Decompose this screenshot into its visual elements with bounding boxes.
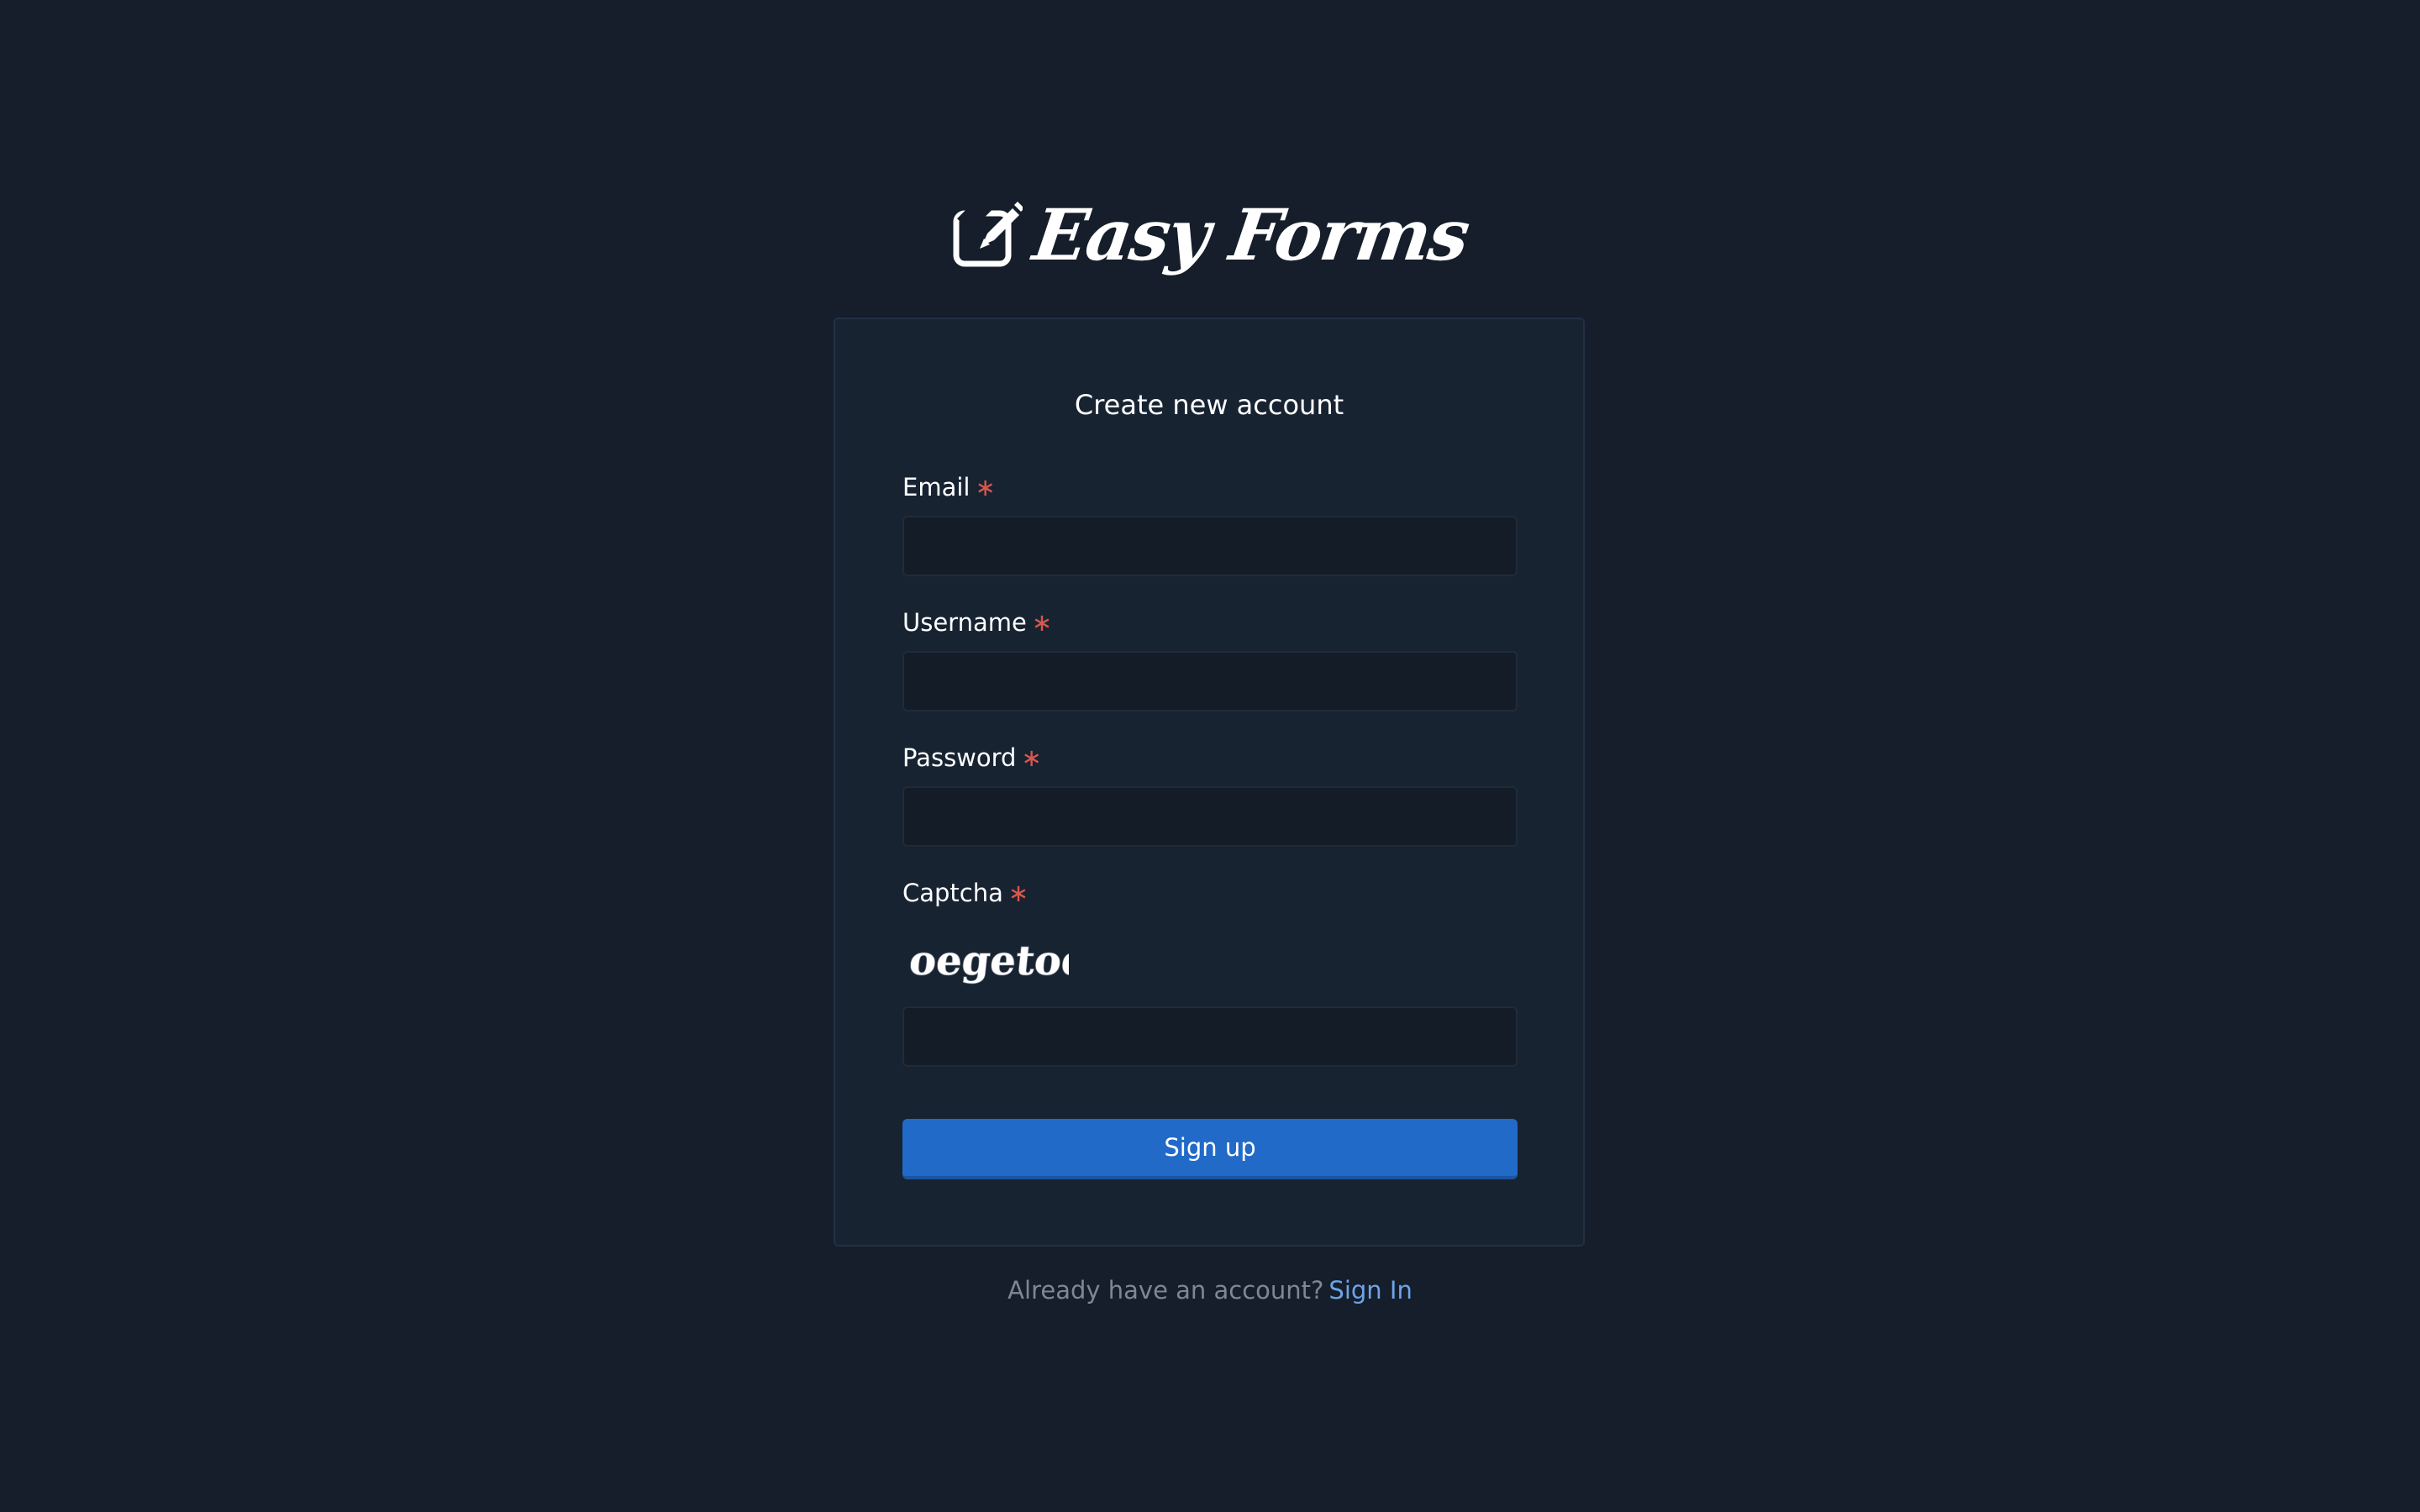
captcha-text: oegetoq [909, 937, 1069, 984]
sign-up-button[interactable]: Sign up [902, 1119, 1518, 1179]
username-input[interactable] [902, 651, 1518, 711]
brand-header: Easy Forms [0, 193, 2420, 276]
captcha-image[interactable]: oegetoq [909, 932, 1069, 988]
sign-in-link[interactable]: Sign In [1328, 1276, 1412, 1305]
captcha-input[interactable] [902, 1006, 1518, 1067]
required-marker: ∗ [975, 473, 996, 501]
required-marker: ∗ [1007, 879, 1029, 907]
email-label-text: Email [902, 473, 971, 501]
required-marker: ∗ [1031, 608, 1053, 637]
edit-icon [952, 202, 1023, 269]
captcha-label-text: Captcha [902, 879, 1003, 907]
captcha-label: Captcha ∗ [902, 881, 1028, 906]
signup-card: Create new account Email ∗ Username ∗ Pass… [834, 318, 1585, 1247]
signin-prompt-text: Already have an account? [1007, 1276, 1324, 1305]
email-label: Email ∗ [902, 475, 996, 500]
username-label: Username ∗ [902, 611, 1052, 635]
form-title: Create new account [1074, 389, 1344, 421]
email-input[interactable] [902, 516, 1518, 576]
username-label-text: Username [902, 608, 1027, 637]
password-label-text: Password [902, 743, 1017, 772]
password-label: Password ∗ [902, 746, 1042, 770]
brand-name: Easy Forms [1028, 193, 1474, 276]
required-marker: ∗ [1021, 743, 1042, 772]
signin-prompt: Already have an account? Sign In [0, 1278, 2420, 1303]
signup-page: Easy Forms Create new account Email ∗ Use… [0, 0, 2420, 1512]
password-input[interactable] [902, 786, 1518, 847]
